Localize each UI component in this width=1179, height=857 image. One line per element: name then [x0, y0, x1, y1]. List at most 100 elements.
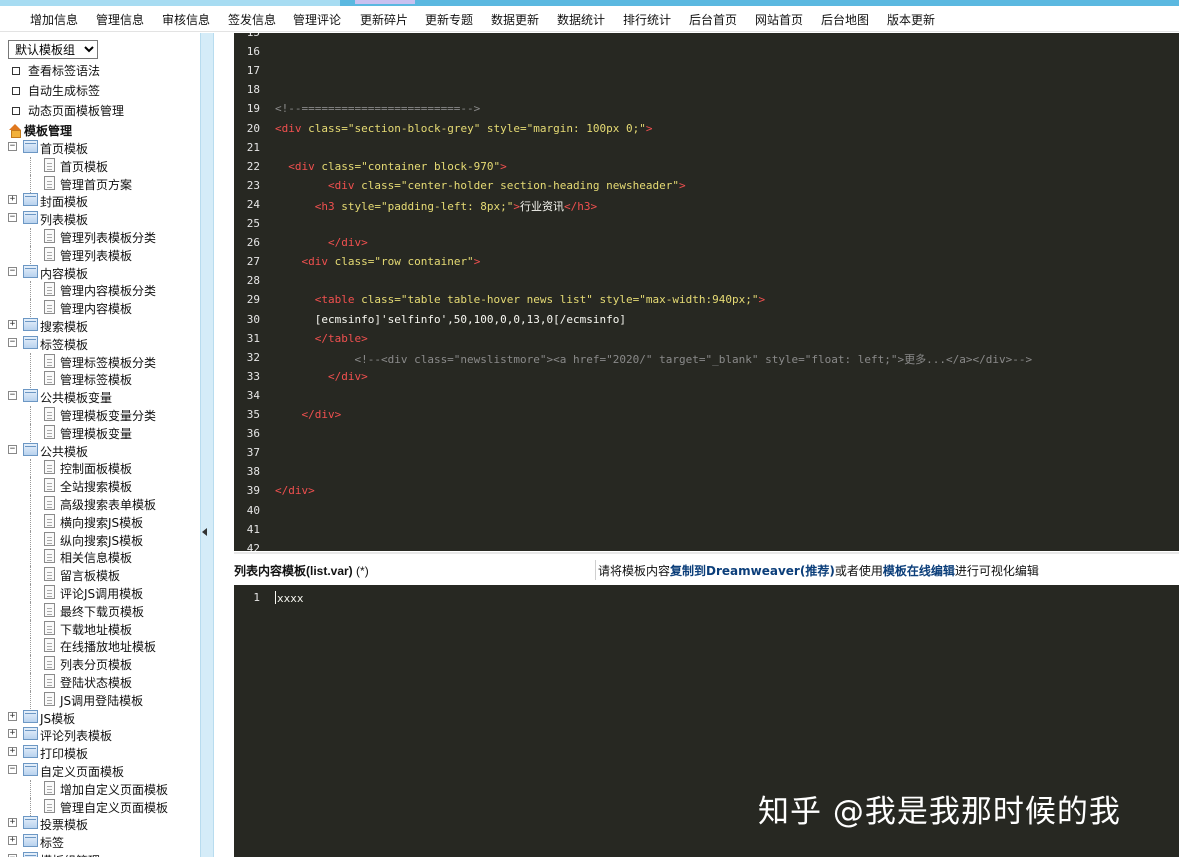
sidebar-splitter[interactable]: [200, 33, 214, 857]
tree-folder-item[interactable]: + JS模板: [0, 709, 200, 727]
code-line[interactable]: </table>: [275, 332, 368, 345]
tree-folder-item[interactable]: − 公共模板变量: [0, 388, 200, 406]
tree-item-label[interactable]: 搜索模板: [40, 318, 88, 335]
tree-leaf-item[interactable]: 全站搜索模板: [0, 477, 200, 495]
tree-leaf-item[interactable]: 留言板模板: [0, 566, 200, 584]
nav-item-8[interactable]: 数据统计: [557, 11, 605, 28]
quick-link-0[interactable]: 查看标签语法: [12, 62, 100, 80]
tree-item-label[interactable]: 投票模板: [40, 816, 88, 833]
tree-item-label[interactable]: 管理标签模板: [60, 371, 132, 388]
expand-toggle-icon[interactable]: +: [8, 195, 17, 204]
code-line[interactable]: </div>: [275, 408, 341, 421]
tree-item-label[interactable]: 封面模板: [40, 193, 88, 210]
tree-leaf-item[interactable]: 登陆状态模板: [0, 673, 200, 691]
collapse-toggle-icon[interactable]: −: [8, 213, 17, 222]
expand-toggle-icon[interactable]: +: [8, 712, 17, 721]
tree-item-label[interactable]: 管理首页方案: [60, 176, 132, 193]
tree-folder-item[interactable]: + 标签: [0, 833, 200, 851]
code-line[interactable]: <h3 style="padding-left: 8px;">行业资讯</h3>: [275, 198, 597, 214]
tree-item-label[interactable]: 高级搜索表单模板: [60, 496, 156, 513]
tree-item-label[interactable]: 评论列表模板: [40, 727, 112, 744]
code-line[interactable]: <div class="section-block-grey" style="m…: [275, 122, 653, 135]
tree-item-label[interactable]: 下载地址模板: [60, 621, 132, 638]
tree-leaf-item[interactable]: JS调用登陆模板: [0, 691, 200, 709]
tree-leaf-item[interactable]: 管理标签模板: [0, 370, 200, 388]
collapse-toggle-icon[interactable]: −: [8, 391, 17, 400]
code-line[interactable]: <table class="table table-hover news lis…: [275, 293, 765, 306]
tree-item-label[interactable]: 管理模板变量分类: [60, 407, 156, 424]
tree-item-label[interactable]: 管理自定义页面模板: [60, 799, 168, 816]
tree-folder-item[interactable]: − 列表模板: [0, 210, 200, 228]
tree-folder-item[interactable]: + 打印模板: [0, 744, 200, 762]
tree-leaf-item[interactable]: 管理标签模板分类: [0, 353, 200, 371]
tree-item-label[interactable]: 首页模板: [60, 158, 108, 175]
tree-leaf-item[interactable]: 评论JS调用模板: [0, 584, 200, 602]
tree-item-label[interactable]: 评论JS调用模板: [60, 585, 143, 602]
collapse-toggle-icon[interactable]: −: [8, 445, 17, 454]
tree-leaf-item[interactable]: 管理首页方案: [0, 175, 200, 193]
tree-folder-item[interactable]: + 搜索模板: [0, 317, 200, 335]
tree-item-label[interactable]: 登陆状态模板: [60, 674, 132, 691]
tree-folder-item[interactable]: + 封面模板: [0, 192, 200, 210]
tree-item-label[interactable]: JS调用登陆模板: [60, 692, 143, 709]
code-line[interactable]: <div class="center-holder section-headin…: [275, 179, 686, 192]
tree-leaf-item[interactable]: 管理模板变量分类: [0, 406, 200, 424]
tree-leaf-item[interactable]: 控制面板模板: [0, 459, 200, 477]
tree-item-label[interactable]: 自定义页面模板: [40, 763, 124, 780]
tree-leaf-item[interactable]: 相关信息模板: [0, 548, 200, 566]
tree-item-label[interactable]: 全站搜索模板: [60, 478, 132, 495]
tree-folder-item[interactable]: − 首页模板: [0, 139, 200, 157]
tree-item-label[interactable]: 最终下载页模板: [60, 603, 144, 620]
tree-item-label[interactable]: 首页模板: [40, 140, 88, 157]
nav-item-1[interactable]: 管理信息: [96, 11, 144, 28]
copy-to-dreamweaver-link[interactable]: 复制到Dreamweaver(推荐): [670, 564, 835, 578]
tree-item-label[interactable]: 横向搜索JS模板: [60, 514, 143, 531]
tree-item-label[interactable]: 公共模板: [40, 443, 88, 460]
collapse-toggle-icon[interactable]: −: [8, 338, 17, 347]
tree-folder-item[interactable]: + 评论列表模板: [0, 726, 200, 744]
collapse-toggle-icon[interactable]: −: [8, 765, 17, 774]
nav-item-4[interactable]: 管理评论: [293, 11, 341, 28]
code-line[interactable]: </div>: [275, 236, 368, 249]
quick-link-1[interactable]: 自动生成标签: [12, 82, 100, 100]
tree-leaf-item[interactable]: 列表分页模板: [0, 655, 200, 673]
tree-item-label[interactable]: 增加自定义页面模板: [60, 781, 168, 798]
nav-item-12[interactable]: 后台地图: [821, 11, 869, 28]
tree-item-label[interactable]: 公共模板变量: [40, 389, 112, 406]
tree-item-label[interactable]: 模板组管理: [40, 852, 100, 857]
template-code-editor[interactable]: 15 16 17 18 19 <!--========================--…: [234, 33, 1179, 551]
tree-item-label[interactable]: 标签: [40, 834, 64, 851]
tree-leaf-item[interactable]: 管理内容模板分类: [0, 281, 200, 299]
expand-toggle-icon[interactable]: +: [8, 729, 17, 738]
tree-item-label[interactable]: 在线播放地址模板: [60, 638, 156, 655]
nav-item-0[interactable]: 增加信息: [30, 11, 78, 28]
tree-leaf-item[interactable]: 横向搜索JS模板: [0, 513, 200, 531]
tree-folder-item[interactable]: − 公共模板: [0, 442, 200, 460]
tree-leaf-item[interactable]: 在线播放地址模板: [0, 637, 200, 655]
code-line[interactable]: xxxx: [275, 591, 304, 605]
tree-leaf-item[interactable]: 管理列表模板分类: [0, 228, 200, 246]
tree-folder-item[interactable]: −模板组管理: [0, 851, 200, 857]
nav-item-5[interactable]: 更新碎片: [360, 11, 408, 28]
collapse-toggle-icon[interactable]: −: [8, 267, 17, 276]
tree-item-label[interactable]: 列表模板: [40, 211, 88, 228]
tree-leaf-item[interactable]: 管理列表模板: [0, 246, 200, 264]
tree-leaf-item[interactable]: 管理模板变量: [0, 424, 200, 442]
tree-item-label[interactable]: 管理模板变量: [60, 425, 132, 442]
quick-link-2[interactable]: 动态页面模板管理: [12, 102, 124, 120]
tree-item-label[interactable]: 列表分页模板: [60, 656, 132, 673]
tree-root-template-management[interactable]: 模板管理: [8, 122, 72, 139]
code-line[interactable]: <!--========================-->: [275, 102, 480, 115]
nav-item-11[interactable]: 网站首页: [755, 11, 803, 28]
expand-toggle-icon[interactable]: +: [8, 818, 17, 827]
tree-item-label[interactable]: 管理列表模板分类: [60, 229, 156, 246]
expand-toggle-icon[interactable]: +: [8, 836, 17, 845]
tree-folder-item[interactable]: − 标签模板: [0, 335, 200, 353]
code-line[interactable]: <div class="row container">: [275, 255, 480, 268]
tree-item-label[interactable]: 内容模板: [40, 265, 88, 282]
tree-leaf-item[interactable]: 管理自定义页面模板: [0, 798, 200, 816]
tree-item-label[interactable]: 控制面板模板: [60, 460, 132, 477]
collapse-arrow-icon[interactable]: [202, 528, 207, 536]
online-editor-link[interactable]: 模板在线编辑: [883, 564, 955, 578]
nav-item-6[interactable]: 更新专题: [425, 11, 473, 28]
